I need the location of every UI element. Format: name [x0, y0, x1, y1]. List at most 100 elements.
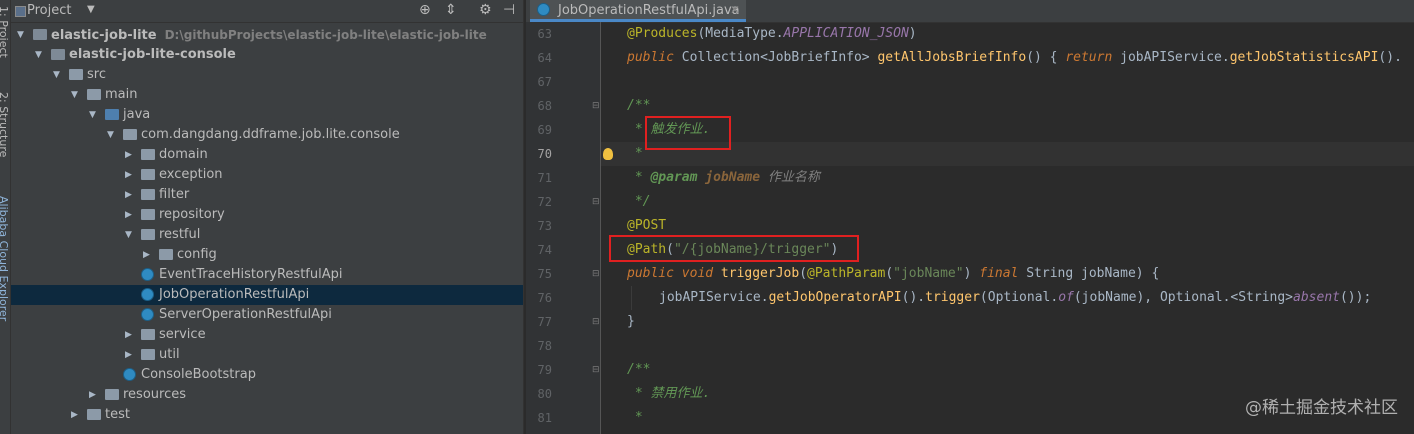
- tree-row[interactable]: ▼ com.dangdang.ddframe.job.lite.console: [11, 125, 523, 145]
- tree-row[interactable]: ▶ repository: [11, 205, 523, 225]
- package-icon: [141, 329, 155, 340]
- code-token: (: [885, 266, 894, 281]
- tree-item-label: config: [177, 247, 217, 262]
- editor-tab[interactable]: JobOperationRestfulApi.java ✕: [530, 0, 746, 22]
- code-token: jobAPIService.: [1120, 50, 1230, 65]
- code-line[interactable]: *: [627, 142, 643, 166]
- code-line[interactable]: *: [627, 406, 643, 430]
- project-panel-header: Project ▼ ⊕ ⇕ ⚙ ⊣: [11, 0, 523, 23]
- code-token: trigger: [925, 290, 980, 305]
- target-icon[interactable]: ⊕: [419, 2, 431, 18]
- expand-arrow-icon[interactable]: ▼: [107, 125, 117, 145]
- java-class-icon: [123, 368, 136, 381]
- code-line[interactable]: * 禁用作业.: [627, 382, 711, 406]
- collapse-arrow-icon[interactable]: ▶: [125, 345, 135, 365]
- code-token: getJobStatisticsAPI: [1229, 50, 1379, 65]
- fold-marker-icon[interactable]: ⊟: [592, 101, 600, 111]
- expand-arrow-icon[interactable]: ▼: [53, 65, 63, 85]
- tree-row[interactable]: ConsoleBootstrap: [11, 365, 523, 385]
- collapse-arrow-icon[interactable]: ▶: [143, 245, 153, 265]
- tree-row[interactable]: ▼ elastic-job-lite-console: [11, 45, 523, 65]
- code-token: return: [1065, 50, 1121, 65]
- tree-row[interactable]: ▶ config: [11, 245, 523, 265]
- line-number: 75: [537, 267, 552, 281]
- project-tool-tab[interactable]: 1: Project: [0, 6, 10, 58]
- module-path: D:\githubProjects\elastic-job-lite\elast…: [164, 28, 487, 42]
- chevron-down-icon[interactable]: ▼: [87, 4, 95, 15]
- expand-arrow-icon[interactable]: ▼: [125, 225, 135, 245]
- tree-item-label: util: [159, 347, 180, 362]
- code-editor: JobOperationRestfulApi.java ✕ 63 64 67 68 ⊟ 6…: [526, 0, 1414, 434]
- fold-marker-icon[interactable]: ⊟: [592, 365, 600, 375]
- tree-item-label: EventTraceHistoryRestfulApi: [159, 267, 343, 282]
- code-line[interactable]: */: [627, 190, 651, 214]
- code-line[interactable]: /**: [627, 358, 650, 382]
- code-line[interactable]: public Collection<JobBriefInfo> getAllJo…: [627, 46, 1402, 70]
- collapse-arrow-icon[interactable]: ▶: [125, 185, 135, 205]
- tree-row[interactable]: ▶ service: [11, 325, 523, 345]
- collapse-arrow-icon[interactable]: ▶: [71, 405, 81, 425]
- tree-row[interactable]: EventTraceHistoryRestfulApi: [11, 265, 523, 285]
- tree-item-label: JobOperationRestfulApi: [159, 287, 310, 302]
- tree-row[interactable]: ▼ main: [11, 85, 523, 105]
- code-token: String jobName) {: [1026, 266, 1160, 281]
- package-icon: [141, 169, 155, 180]
- folder-icon: [87, 409, 101, 420]
- lightbulb-icon[interactable]: [603, 148, 613, 160]
- collapse-arrow-icon[interactable]: ▶: [125, 145, 135, 165]
- tree-row[interactable]: ▶ util: [11, 345, 523, 365]
- tool-window-strip: 1: Project 2: Structure Alibaba Cloud Ex…: [0, 0, 11, 434]
- fold-marker-icon[interactable]: ⊟: [592, 317, 600, 327]
- tree-row[interactable]: ▼ restful: [11, 225, 523, 245]
- tree-item-label: test: [105, 407, 130, 422]
- code-token: @param: [650, 170, 706, 185]
- expand-arrow-icon[interactable]: ▼: [17, 25, 27, 45]
- project-panel-title[interactable]: Project: [27, 3, 71, 18]
- code-line[interactable]: * @param jobName 作业名称: [627, 166, 820, 190]
- code-line[interactable]: }: [627, 310, 635, 334]
- tree-item-label: elastic-job-lite-console: [69, 47, 236, 62]
- expand-arrow-icon[interactable]: ▼: [35, 45, 45, 65]
- hide-icon[interactable]: ⊣: [503, 2, 515, 18]
- tree-item-label: repository: [159, 207, 225, 222]
- tree-row[interactable]: ▼ src: [11, 65, 523, 85]
- tree-row[interactable]: ▶ domain: [11, 145, 523, 165]
- code-token: (jobName), Optional.<String>: [1073, 290, 1294, 305]
- code-line[interactable]: /**: [627, 94, 650, 118]
- expand-arrow-icon[interactable]: ▼: [71, 85, 81, 105]
- folder-icon: [69, 69, 83, 80]
- tree-row[interactable]: ▼ java: [11, 105, 523, 125]
- collapse-arrow-icon[interactable]: ▶: [125, 165, 135, 185]
- tree-item-label: main: [105, 87, 138, 102]
- code-token: final: [979, 266, 1027, 281]
- fold-marker-icon[interactable]: ⊟: [592, 269, 600, 279]
- expand-arrow-icon[interactable]: ▼: [89, 105, 99, 125]
- cloud-explorer-tool-tab[interactable]: Alibaba Cloud Explorer: [0, 196, 10, 321]
- code-area[interactable]: @Produces(MediaType.APPLICATION_JSON) pub…: [601, 22, 1414, 434]
- tree-item-label: java: [123, 107, 151, 122]
- code-line[interactable]: @Produces(MediaType.APPLICATION_JSON): [627, 22, 917, 46]
- code-token: () {: [1026, 50, 1066, 65]
- tree-row[interactable]: ▶ resources: [11, 385, 523, 405]
- code-token: of: [1058, 290, 1074, 305]
- tree-row[interactable]: ServerOperationRestfulApi: [11, 305, 523, 325]
- tree-row[interactable]: ▶ exception: [11, 165, 523, 185]
- code-token: (Optional.: [979, 290, 1059, 305]
- structure-tool-tab[interactable]: 2: Structure: [0, 92, 10, 157]
- collapse-arrow-icon[interactable]: ▶: [125, 325, 135, 345]
- code-token: @PathParam: [807, 266, 886, 281]
- tree-row[interactable]: ▼ elastic-job-lite D:\githubProjects\elast…: [11, 25, 523, 45]
- code-line[interactable]: jobAPIService.getJobOperatorAPI().trigge…: [659, 286, 1371, 310]
- tree-row[interactable]: ▶ filter: [11, 185, 523, 205]
- line-number: 78: [537, 339, 552, 353]
- fold-marker-icon[interactable]: ⊟: [592, 197, 600, 207]
- collapse-icon[interactable]: ⇕: [445, 2, 457, 18]
- close-icon[interactable]: ✕: [730, 3, 740, 17]
- collapse-arrow-icon[interactable]: ▶: [89, 385, 99, 405]
- tree-row[interactable]: ▶ test: [11, 405, 523, 425]
- tree-row[interactable]: JobOperationRestfulApi: [11, 285, 523, 305]
- code-token: 作业名称: [767, 170, 820, 185]
- code-line[interactable]: public void triggerJob(@PathParam("jobNa…: [627, 262, 1159, 286]
- gear-icon[interactable]: ⚙: [479, 2, 492, 18]
- collapse-arrow-icon[interactable]: ▶: [125, 205, 135, 225]
